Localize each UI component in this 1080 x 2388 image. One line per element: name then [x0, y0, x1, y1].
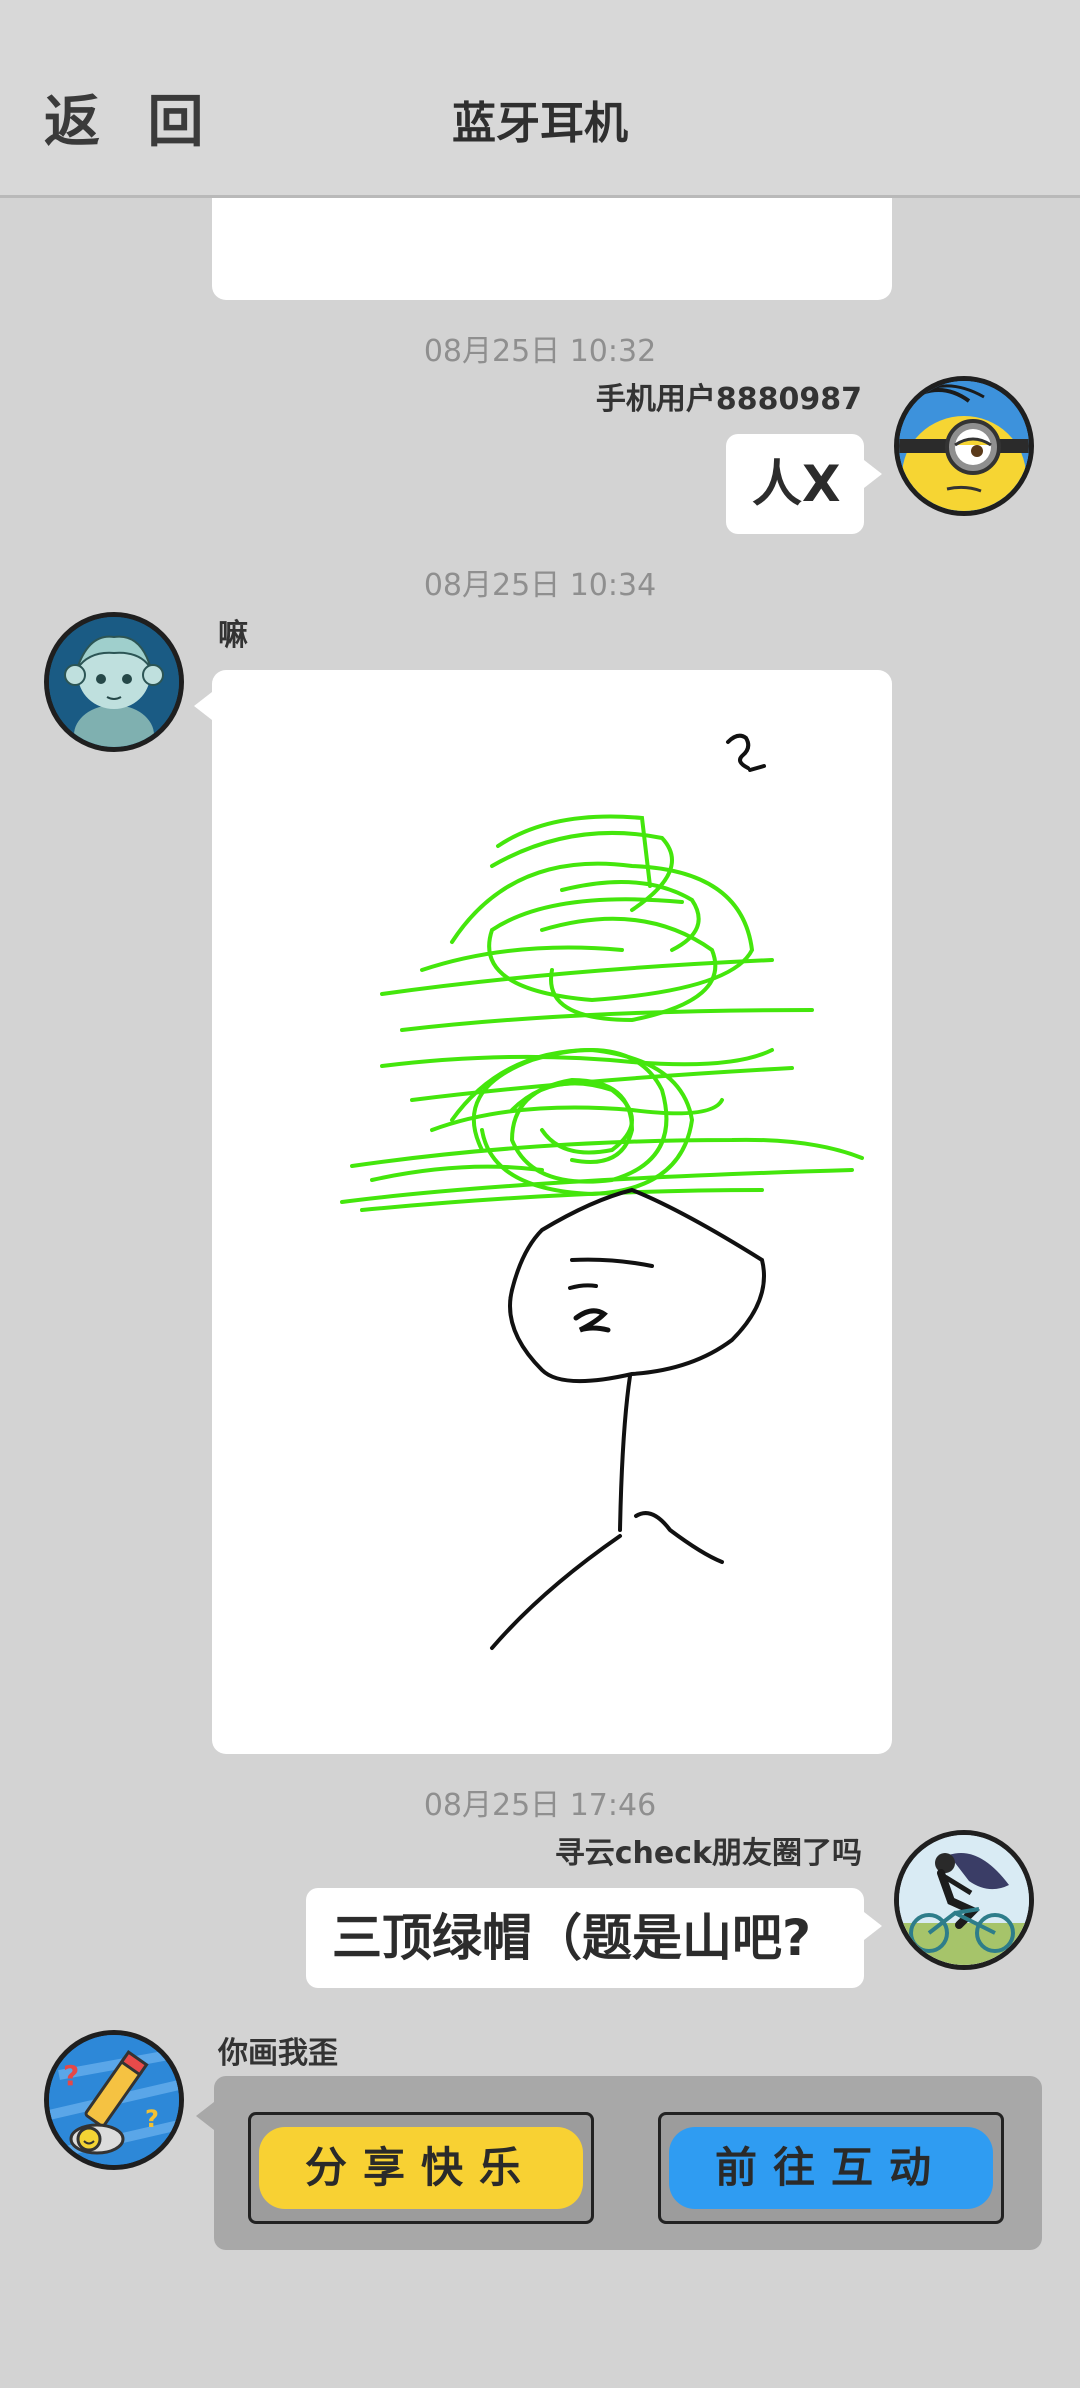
bubble-tail: [194, 692, 212, 720]
drawing-message-bubble[interactable]: [212, 670, 892, 1754]
svg-text:?: ?: [145, 2105, 159, 2133]
share-joy-button[interactable]: 分享快乐: [248, 2112, 594, 2224]
go-interact-button[interactable]: 前往互动: [658, 2112, 1004, 2224]
activity-card: 分享快乐 前往互动: [214, 2076, 1042, 2250]
sender-name: 寻云check朋友圈了吗: [554, 1836, 862, 1871]
sender-name: 手机用户8880987: [595, 382, 862, 417]
message-timestamp: 08月25日 10:34: [423, 568, 657, 603]
message-timestamp: 08月25日 10:32: [423, 334, 657, 369]
bubble-tail: [864, 1912, 882, 1940]
cyclist-avatar-icon[interactable]: [894, 1830, 1034, 1970]
sender-name: 你画我歪: [218, 2036, 338, 2071]
share-button-label: 分享快乐: [304, 2143, 537, 2192]
pencil-draw-avatar-icon[interactable]: ? ?: [44, 2030, 184, 2170]
top-bar: 返 回 蓝牙耳机: [0, 0, 1080, 198]
hand-drawn-sketch-image: [340, 733, 864, 1650]
interact-button-label: 前往互动: [714, 2143, 947, 2192]
message-text[interactable]: 人X: [726, 434, 864, 534]
sender-name: 嘛: [218, 618, 248, 653]
bubble-tail: [196, 2102, 214, 2130]
message-timestamp: 08月25日 17:46: [423, 1788, 657, 1823]
svg-text:?: ?: [63, 2059, 79, 2092]
bubble-tail: [864, 460, 882, 488]
page-title: 蓝牙耳机: [452, 98, 628, 149]
anime-girl-avatar-icon[interactable]: [44, 612, 184, 752]
message-text[interactable]: 三顶绿帽（题是山吧?: [306, 1888, 864, 1988]
previous-message-bubble: [212, 198, 892, 300]
minion-avatar-icon[interactable]: [894, 376, 1034, 516]
